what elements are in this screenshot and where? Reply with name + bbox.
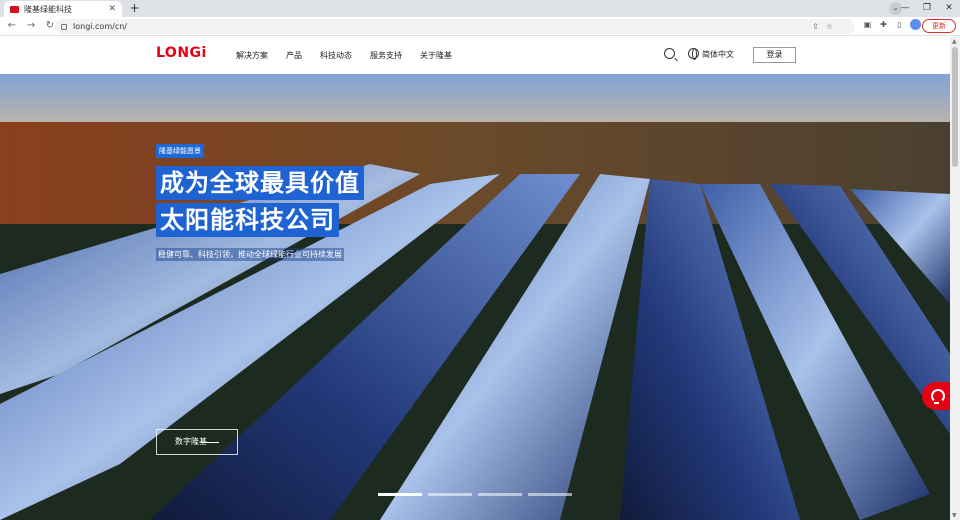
puzzle-icon[interactable]: ✚ <box>878 19 889 30</box>
scroll-thumb[interactable] <box>952 47 958 167</box>
extension-icon[interactable]: ▣ <box>862 19 873 30</box>
close-tab-icon[interactable]: ✕ <box>108 4 116 14</box>
nav-products[interactable]: 产品 <box>286 50 302 61</box>
address-bar[interactable]: longi.com/cn/ ⇪ ☆ <box>55 19 855 34</box>
close-window-icon[interactable]: ✕ <box>938 0 960 17</box>
hero-headline: 成为全球最具价值 太阳能科技公司 <box>156 166 364 240</box>
lock-icon[interactable] <box>61 23 67 30</box>
sidebar-icon[interactable]: ▯ <box>894 19 905 30</box>
digital-longi-button[interactable]: 数字隆基 <box>156 429 238 455</box>
forward-icon[interactable]: → <box>24 19 38 33</box>
update-button[interactable]: 更新 <box>922 19 956 33</box>
carousel-dot[interactable] <box>478 493 522 496</box>
longi-logo[interactable]: LONGi <box>156 45 207 61</box>
profile-avatar[interactable] <box>910 19 921 30</box>
main-nav: 解决方案 产品 科技动态 服务支持 关于隆基 <box>236 50 470 61</box>
nav-service[interactable]: 服务支持 <box>370 50 402 61</box>
bookmark-star-icon[interactable]: ☆ <box>826 22 833 31</box>
nav-about[interactable]: 关于隆基 <box>420 50 452 61</box>
globe-icon[interactable] <box>688 48 699 60</box>
nav-tech-news[interactable]: 科技动态 <box>320 50 352 61</box>
headline-line-2: 太阳能科技公司 <box>156 203 339 237</box>
solar-field-image <box>0 74 950 520</box>
carousel-indicators <box>378 493 572 496</box>
vision-tag: 隆基绿能愿景 <box>156 144 204 158</box>
browser-tab-bar: 隆基绿能科技 ✕ + ⌄ — ❐ ✕ <box>0 0 960 17</box>
language-selector[interactable]: 简体中文 <box>702 49 734 60</box>
page-scrollbar[interactable]: ▲ ▼ <box>950 37 960 520</box>
nav-solutions[interactable]: 解决方案 <box>236 50 268 61</box>
tab-title: 隆基绿能科技 <box>24 4 72 14</box>
hero-banner: 隆基绿能愿景 成为全球最具价值 太阳能科技公司 稳健可靠、科技引领，推动全球绿能… <box>0 74 950 520</box>
browser-tab[interactable]: 隆基绿能科技 ✕ <box>4 1 122 17</box>
customer-service-icon[interactable] <box>922 382 950 410</box>
scroll-down-icon[interactable]: ▼ <box>952 512 957 519</box>
login-button[interactable]: 登录 <box>753 47 796 63</box>
minimize-icon[interactable]: — <box>894 0 916 17</box>
hero-subline: 稳健可靠、科技引领，推动全球绿能行业可持续发展 <box>156 248 344 261</box>
site-header: LONGi 解决方案 产品 科技动态 服务支持 关于隆基 简体中文 登录 <box>0 37 950 74</box>
share-icon[interactable]: ⇪ <box>812 22 819 31</box>
back-icon[interactable]: ← <box>5 19 19 33</box>
maximize-icon[interactable]: ❐ <box>916 0 938 17</box>
headline-line-1: 成为全球最具价值 <box>156 166 364 200</box>
new-tab-button[interactable]: + <box>128 2 141 15</box>
site-favicon <box>10 5 19 13</box>
carousel-dot[interactable] <box>378 493 422 496</box>
url-text: longi.com/cn/ <box>73 22 127 31</box>
search-icon[interactable] <box>664 48 675 59</box>
scroll-up-icon[interactable]: ▲ <box>952 38 957 45</box>
carousel-dot[interactable] <box>428 493 472 496</box>
browser-toolbar: ← → ↻ longi.com/cn/ ⇪ ☆ ▣ ✚ ▯ 更新 <box>0 17 960 36</box>
carousel-dot[interactable] <box>528 493 572 496</box>
